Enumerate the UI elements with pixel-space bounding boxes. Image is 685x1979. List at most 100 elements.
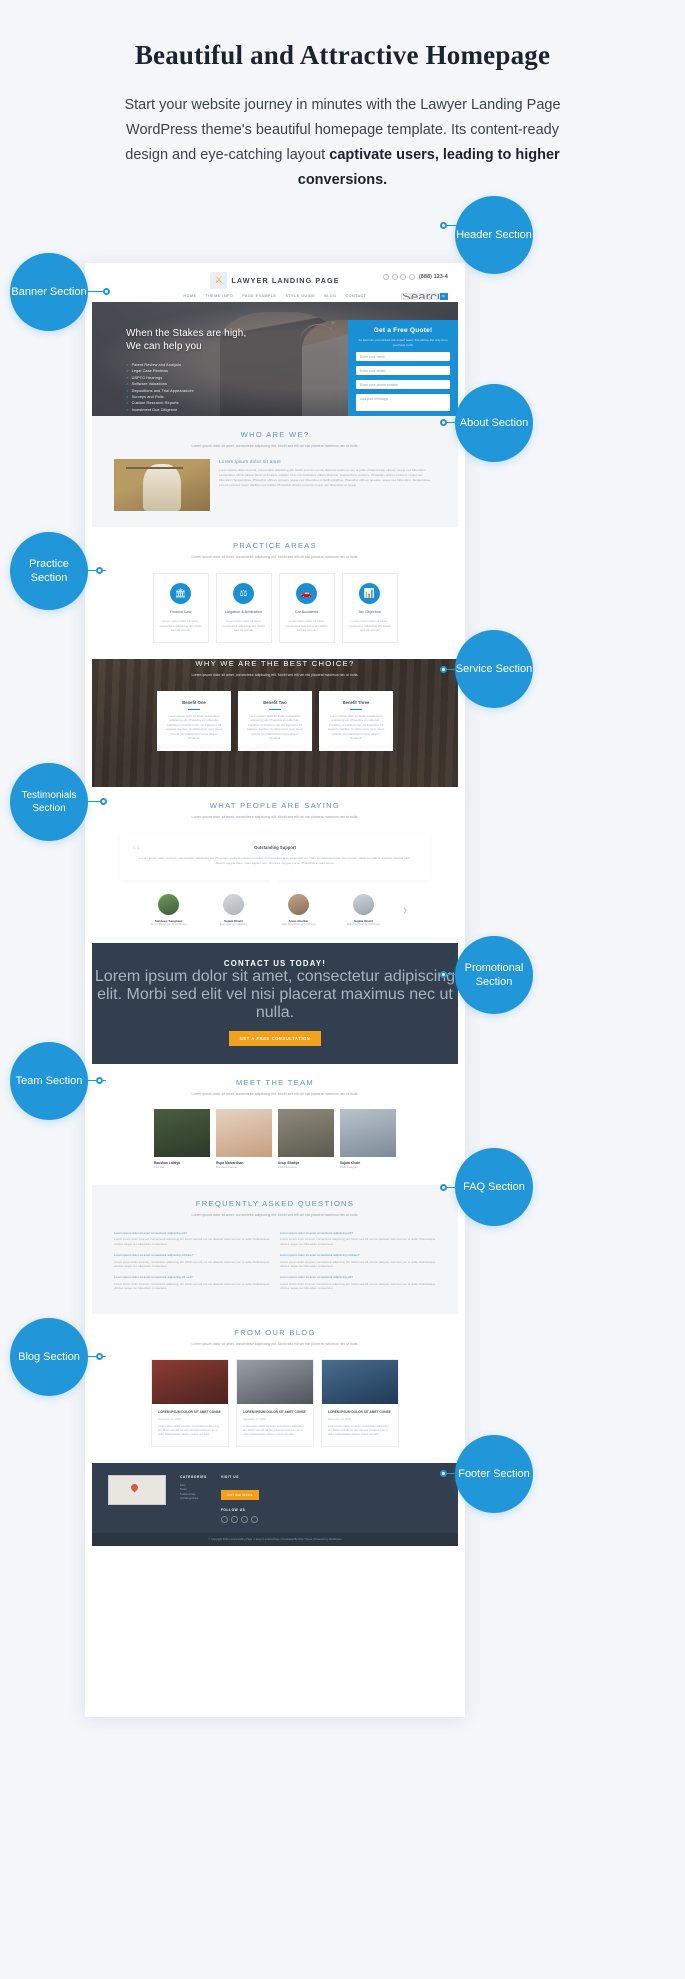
practice-title: PRACTICE AREAS	[232, 541, 318, 551]
post-title[interactable]: LOREM IPSUM DOLOR SIT AMET CONSE	[243, 1410, 307, 1415]
search-icon[interactable]: 🔍	[440, 293, 448, 300]
email-field[interactable]: Enter your email.	[356, 366, 450, 376]
faq-question[interactable]: Lorem ipsum dolor sit amet consectetur a…	[114, 1253, 270, 1258]
testimonials-lede: Lorem ipsum dolor sit amet, consectetur …	[191, 815, 359, 820]
member-role: Data Designer	[340, 1165, 358, 1170]
testimonial-person[interactable]: Sandeep Sanghani Senior Developer at Cod…	[142, 893, 194, 927]
blog-post-card[interactable]: LOREM IPSUM DOLOR SIT AMET CONSE Decembe…	[151, 1359, 229, 1447]
page-subtitle: Start your website journey in minutes wi…	[109, 93, 577, 193]
divider	[350, 708, 362, 710]
main-navigation[interactable]: HOME THEME INFO PAGE EXAMPLE STYLE GUIDE…	[184, 294, 367, 298]
practice-card[interactable]: 🚗 Car Accidents Lorem ipsum dolor sit am…	[278, 572, 335, 644]
mock-service-section: WHY WE ARE THE BEST CHOICE? Lorem ipsum …	[92, 659, 458, 788]
testimonial-card: “ Outstanding Support Lorem ipsum dolor …	[120, 832, 430, 885]
annotation-arrow	[296, 321, 338, 347]
practice-card[interactable]: 🏛 Finance Law Lorem ipsum dolor sit amet…	[152, 572, 209, 644]
twitter-icon[interactable]	[230, 1515, 238, 1523]
anchor-dot	[440, 1184, 447, 1191]
callout-label: Blog Section	[18, 1351, 80, 1363]
callout-promotional-section: Promotional Section	[455, 936, 533, 1014]
team-member[interactable]: Rupa Maivardhan Business Partner	[216, 1109, 272, 1169]
visit-office-button[interactable]: VISIT OUR OFFICE	[220, 1489, 259, 1500]
page-intro: Beautiful and Attractive Homepage Start …	[0, 0, 685, 193]
team-member[interactable]: Raushan Lalaiya Founder	[154, 1109, 210, 1169]
banner-headline-line1: When the Stakes are high,	[126, 328, 247, 339]
testimonials-title: WHAT PEOPLE ARE SAYING	[209, 801, 341, 811]
faq-question[interactable]: Lorem ipsum dolor sit amet consectetur a…	[114, 1231, 270, 1236]
footer-copyright: © Copyright 2019 Local Landing Page | La…	[92, 1532, 458, 1546]
callout-label: Footer Section	[458, 1468, 530, 1480]
faq-question[interactable]: Lorem ipsum dolor sit amet consectetur a…	[114, 1275, 270, 1280]
testimonial-person[interactable]: Sujata Khatri Executive at Codeberg	[207, 893, 259, 927]
footer-visit-title: VISIT US	[220, 1474, 239, 1479]
anchor-dot	[440, 971, 447, 978]
mock-blog-section: FROM OUR BLOG Lorem ipsum dolor sit amet…	[92, 1314, 458, 1463]
team-member[interactable]: Anup Bhatiya Web Developer	[278, 1109, 334, 1169]
callout-blog-section: Blog Section	[10, 1318, 88, 1396]
nav-item-contact[interactable]: CONTACT	[346, 294, 367, 298]
post-image	[237, 1360, 313, 1405]
practice-card-text: Lorem ipsum dolor sit amet, consectetur …	[222, 619, 265, 633]
footer-social-icons[interactable]	[220, 1515, 259, 1523]
member-role: Business Partner	[216, 1165, 238, 1170]
google-plus-icon[interactable]	[400, 274, 407, 280]
dribbble-icon[interactable]	[408, 274, 415, 280]
google-plus-icon[interactable]	[240, 1515, 248, 1523]
mock-team-section: MEET THE TEAM Lorem ipsum dolor sit amet…	[92, 1064, 458, 1185]
phone-field[interactable]: Enter your phone number	[356, 380, 450, 390]
name-field[interactable]: Enter your name	[356, 352, 450, 362]
team-member[interactable]: Sujata Khatri Data Designer	[340, 1109, 396, 1169]
callout-footer-section: Footer Section	[455, 1435, 533, 1513]
header-social-icons[interactable]	[383, 274, 415, 280]
quote-request-form[interactable]: Get a Free Quote! As soon as you contact…	[348, 320, 458, 416]
about-subtitle: Lorem ipsum dolor sit amet	[219, 459, 281, 465]
twitter-icon[interactable]	[391, 274, 398, 280]
member-role: Web Developer	[278, 1165, 298, 1170]
nav-item-style-guide[interactable]: STYLE GUIDE	[285, 294, 315, 298]
service-lede: Lorem ipsum dolor sit amet, consectetur …	[191, 673, 359, 678]
benefit-card-text: Lorem ipsum dolor sit amet, consectetur …	[165, 713, 223, 741]
post-title[interactable]: LOREM IPSUM DOLOR SIT AMET CONSE	[158, 1410, 222, 1415]
service-title: WHY WE ARE THE BEST CHOICE?	[195, 659, 355, 669]
list-item[interactable]: Uncategorized	[180, 1496, 207, 1501]
faq-question[interactable]: Lorem ipsum dolor sit amet consectetur a…	[280, 1231, 436, 1236]
site-logo[interactable]: ⚔ LAWYER LANDING PAGE	[210, 272, 339, 289]
faq-question[interactable]: Lorem ipsum dolor sit amet consectetur a…	[280, 1253, 436, 1258]
nav-item-home[interactable]: HOME	[184, 294, 197, 298]
avatar	[287, 893, 309, 915]
callout-label: Testimonials Section	[21, 790, 77, 814]
member-photo	[340, 1109, 396, 1158]
blog-post-card[interactable]: LOREM IPSUM DOLOR SIT AMET CONSE Decembe…	[236, 1359, 314, 1447]
anchor-dot	[103, 288, 110, 295]
practice-card[interactable]: 📊 Tax Objection Lorem ipsum dolor sit am…	[341, 572, 398, 644]
faq-column-right: Lorem ipsum dolor sit amet consectetur a…	[280, 1231, 436, 1298]
post-title[interactable]: LOREM IPSUM DOLOR SIT AMET CONSE	[328, 1410, 392, 1415]
message-field[interactable]: Add your message	[356, 394, 450, 412]
chevron-right-icon[interactable]: ❯	[402, 907, 407, 914]
benefit-card-name: Benefit Three	[342, 699, 370, 705]
linkedin-icon[interactable]	[250, 1515, 258, 1523]
testimonial-person[interactable]: Anup Akolkar Web Developer at Codeberg	[272, 893, 324, 927]
faq-question[interactable]: Lorem ipsum dolor sit amet consectetur a…	[280, 1275, 436, 1280]
header-search[interactable]: 🔍	[401, 293, 448, 300]
banner-bullet-list: Patent Review and Analysis Legal Case Re…	[126, 362, 246, 413]
callout-label: Header Section	[456, 229, 532, 241]
faq-answer: Lorem ipsum dolor sit amet, consectetur …	[114, 1259, 270, 1269]
facebook-icon[interactable]	[220, 1515, 228, 1523]
search-input[interactable]	[401, 293, 440, 300]
nav-item-page-example[interactable]: PAGE EXAMPLE	[242, 294, 276, 298]
practice-card-text: Lorem ipsum dolor sit amet, consectetur …	[285, 619, 328, 633]
nav-item-blog[interactable]: BLOG	[324, 294, 336, 298]
map-pin-icon[interactable]	[108, 1474, 166, 1505]
testimonial-person[interactable]: Sujata Khatri Data Designer at Codeberg	[337, 893, 389, 927]
header-phone[interactable]: (888) 123-4	[419, 274, 448, 280]
faq-answer: Lorem ipsum dolor sit amet, consectetur …	[280, 1282, 436, 1291]
mock-about-section: WHO ARE WE? Lorem ipsum dolor sit amet, …	[92, 416, 458, 528]
nav-item-theme-info[interactable]: THEME INFO	[206, 294, 234, 298]
callout-service-section: Service Section	[455, 630, 533, 708]
list-item: Investment Due Diligence	[126, 407, 246, 413]
facebook-icon[interactable]	[383, 274, 390, 280]
free-consultation-button[interactable]: GET A FREE CONSULTATION	[228, 1030, 322, 1046]
practice-card[interactable]: ⚖ Litigation & Arbitration Lorem ipsum d…	[215, 572, 272, 644]
blog-post-card[interactable]: LOREM IPSUM DOLOR SIT AMET CONSE Decembe…	[321, 1359, 399, 1447]
